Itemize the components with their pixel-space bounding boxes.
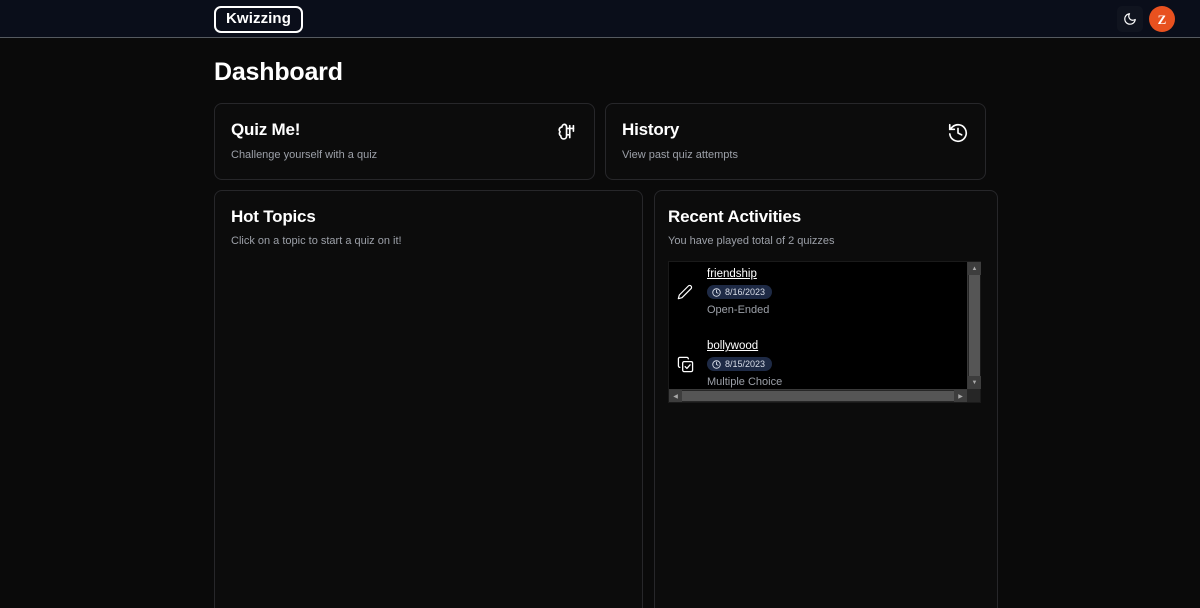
pencil-icon: [675, 284, 695, 300]
page-title: Dashboard: [214, 58, 343, 86]
status-badge: 8/16/2023: [707, 285, 773, 299]
recent-activities-panel: Recent Activities You have played total …: [654, 190, 998, 608]
hot-topics-title: Hot Topics: [231, 207, 316, 226]
quiz-me-card-subtitle: Challenge yourself with a quiz: [231, 149, 378, 161]
clock-icon: [712, 287, 721, 297]
quiz-me-card[interactable]: Quiz Me! Challenge yourself with a quiz: [214, 103, 595, 180]
copy-check-icon: [675, 356, 695, 373]
hot-topics-panel: Hot Topics Click on a topic to start a q…: [214, 190, 643, 608]
page-content: Dashboard Quiz Me! Challenge yourself wi…: [0, 58, 1200, 608]
activity-type: Open-Ended: [707, 304, 770, 316]
history-card-subtitle: View past quiz attempts: [622, 149, 738, 161]
activity-date: 8/15/2023: [725, 359, 766, 369]
scroll-left-button[interactable]: ◀: [669, 390, 682, 402]
brand-logo[interactable]: Kwizzing: [214, 6, 303, 33]
activity-date: 8/16/2023: [725, 287, 766, 297]
horizontal-scrollbar[interactable]: ◀ ▶: [669, 389, 967, 402]
scroll-down-button[interactable]: ▼: [968, 376, 981, 389]
recent-activities-list: friendship 8/16/2023 Open-Ended bollywoo…: [669, 262, 967, 389]
recent-activities-subtitle: You have played total of 2 quizzes: [668, 235, 835, 247]
scroll-up-button[interactable]: ▲: [968, 262, 981, 275]
recent-activities-scroll-area[interactable]: friendship 8/16/2023 Open-Ended bollywoo…: [668, 261, 981, 403]
clock-icon: [712, 359, 721, 369]
list-item-body: bollywood 8/15/2023 Multiple Choice: [707, 340, 782, 388]
activity-name-link[interactable]: bollywood: [707, 340, 782, 352]
moon-icon: [1123, 12, 1137, 26]
vertical-scrollbar-thumb[interactable]: [969, 275, 980, 376]
list-item[interactable]: friendship 8/16/2023 Open-Ended: [669, 262, 967, 322]
brain-icon: [556, 122, 578, 144]
status-badge: 8/15/2023: [707, 357, 773, 371]
recent-activities-title: Recent Activities: [668, 207, 801, 226]
theme-toggle-button[interactable]: [1117, 6, 1143, 32]
horizontal-scrollbar-thumb[interactable]: [682, 391, 954, 401]
topbar-actions: Z: [1117, 0, 1175, 38]
scrollbar-corner: [967, 389, 980, 402]
hot-topics-subtitle: Click on a topic to start a quiz on it!: [231, 235, 402, 247]
history-card[interactable]: History View past quiz attempts: [605, 103, 986, 180]
action-cards-row: Quiz Me! Challenge yourself with a quiz …: [214, 103, 986, 180]
list-item-body: friendship 8/16/2023 Open-Ended: [707, 268, 773, 316]
user-avatar[interactable]: Z: [1149, 6, 1175, 32]
activity-name-link[interactable]: friendship: [707, 268, 772, 280]
list-item[interactable]: bollywood 8/15/2023 Multiple Choice: [669, 334, 967, 389]
vertical-scrollbar[interactable]: ▲ ▼: [967, 262, 981, 389]
panels-row: Hot Topics Click on a topic to start a q…: [214, 190, 998, 608]
history-clock-icon: [947, 122, 969, 144]
quiz-me-card-title: Quiz Me!: [231, 120, 301, 139]
scroll-right-button[interactable]: ▶: [954, 390, 967, 402]
history-card-title: History: [622, 120, 680, 139]
top-navigation-bar: Kwizzing Z: [0, 0, 1200, 38]
activity-type: Multiple Choice: [707, 376, 783, 388]
